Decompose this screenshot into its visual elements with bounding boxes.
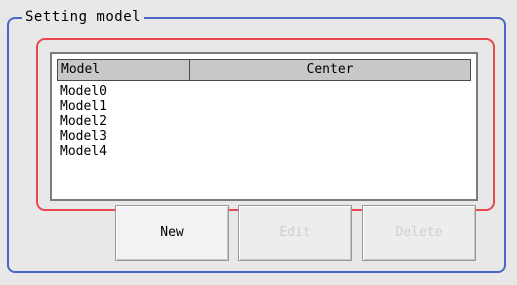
list-item[interactable]: Model1 bbox=[60, 99, 476, 114]
list-header: Model Center bbox=[57, 59, 471, 81]
new-button[interactable]: New bbox=[115, 205, 229, 261]
list-item[interactable]: Model4 bbox=[60, 144, 476, 159]
list-item[interactable]: Model2 bbox=[60, 114, 476, 129]
model-name: Model0 bbox=[60, 84, 107, 99]
list-rows: Model0 Model1 Model2 Model3 Model4 bbox=[60, 84, 476, 159]
list-item[interactable]: Model0 bbox=[60, 84, 476, 99]
model-name: Model3 bbox=[60, 129, 107, 144]
edit-button[interactable]: Edit bbox=[238, 205, 352, 261]
list-item[interactable]: Model3 bbox=[60, 129, 476, 144]
group-title: Setting model bbox=[22, 8, 145, 26]
model-name: Model2 bbox=[60, 114, 107, 129]
model-list[interactable]: Model Center Model0 Model1 Model2 Model3… bbox=[50, 52, 478, 201]
column-header-model[interactable]: Model bbox=[57, 59, 190, 81]
model-name: Model4 bbox=[60, 144, 107, 159]
delete-button[interactable]: Delete bbox=[362, 205, 476, 261]
column-header-center[interactable]: Center bbox=[190, 59, 471, 81]
model-name: Model1 bbox=[60, 99, 107, 114]
